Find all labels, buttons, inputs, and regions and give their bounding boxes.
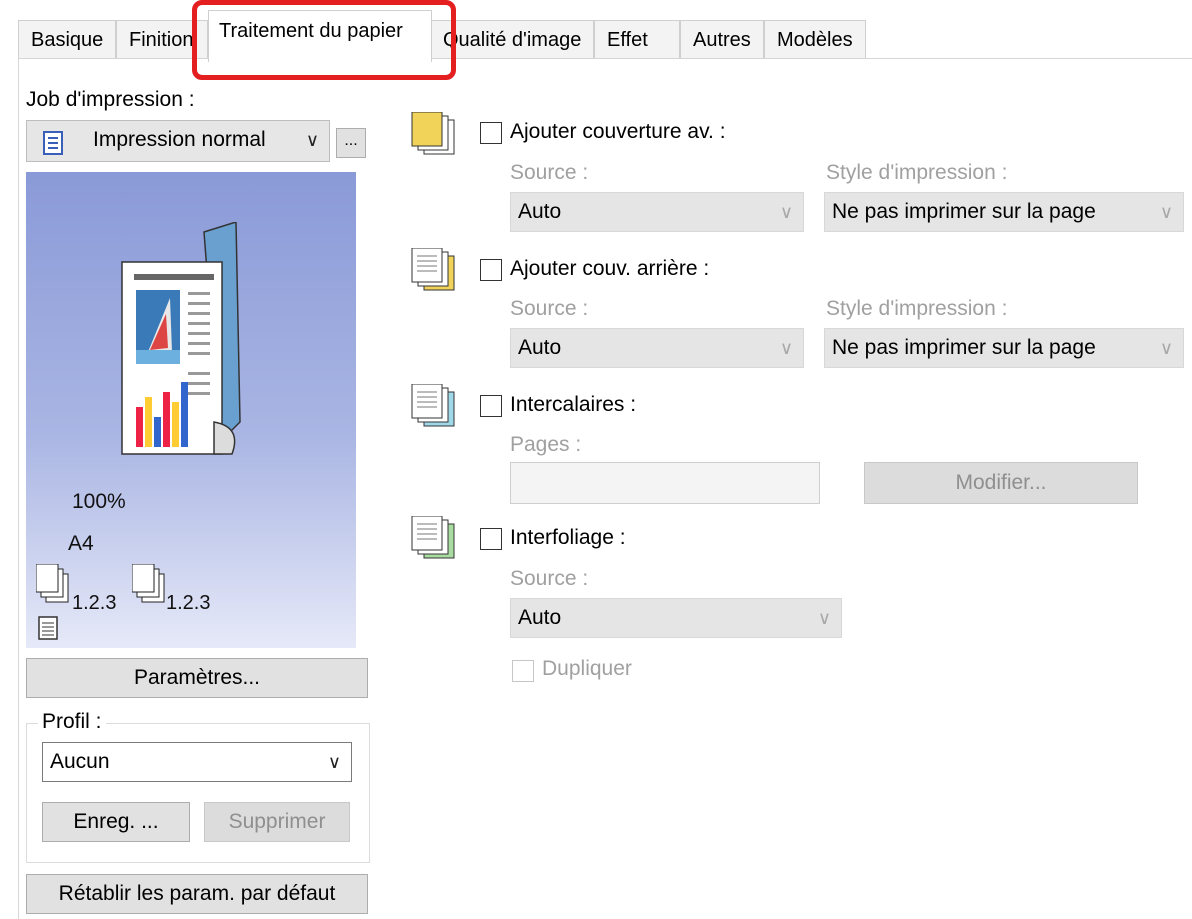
back-cover-icon [411, 248, 455, 291]
chevron-down-icon: ∨ [1159, 338, 1173, 358]
inserts-pages-label: Pages : [510, 433, 582, 456]
collate-icon [36, 564, 69, 603]
back-cover-label: Ajouter couv. arrière : [510, 257, 710, 280]
front-cover-checkbox[interactable] [480, 122, 502, 144]
chevron-down-icon: ∨ [305, 130, 319, 150]
tab-label: Modèles [777, 29, 853, 51]
tab-label: Autres [693, 29, 751, 51]
back-cover-style-value: Ne pas imprimer sur la page [832, 336, 1096, 359]
duplicate-label: Dupliquer [542, 657, 632, 680]
tab-basic[interactable]: Basique [18, 20, 116, 60]
back-cover-source-select[interactable]: Auto ∨ [510, 328, 804, 368]
profile-select[interactable]: Aucun ∨ [42, 742, 352, 782]
tab-label: Traitement du papier [219, 20, 403, 42]
delete-profile-button[interactable]: Supprimer [204, 802, 350, 842]
front-cover-style-select[interactable]: Ne pas imprimer sur la page ∨ [824, 192, 1184, 232]
back-cover-checkbox[interactable] [480, 259, 502, 281]
back-cover-source-value: Auto [518, 336, 562, 359]
settings-button[interactable]: Paramètres... [26, 658, 368, 698]
print-preview: 100% A4 1.2.3 1.2.3 [26, 172, 356, 648]
job-label: Job d'impression : [26, 88, 195, 111]
back-cover-style-select[interactable]: Ne pas imprimer sur la page ∨ [824, 328, 1184, 368]
tab-label: Qualité d'image [443, 29, 582, 51]
save-profile-button[interactable]: Enreg. ... [42, 802, 190, 842]
interleave-checkbox[interactable] [480, 528, 502, 550]
tab-label: Effet [607, 29, 648, 51]
document-icon [43, 130, 63, 168]
tab-paper-handling[interactable]: Traitement du papier [208, 10, 432, 62]
tab-strip: Basique Finition Qualité d'image Effet A… [18, 10, 866, 62]
chevron-down-icon: ∨ [1159, 202, 1173, 222]
profile-select-value: Aucun [50, 750, 110, 773]
interleave-source-label: Source : [510, 567, 589, 590]
back-cover-style-label: Style d'impression : [826, 297, 1008, 320]
document-preview-icon [121, 222, 241, 455]
paper-size-readout: A4 [68, 532, 94, 555]
duplicate-checkbox[interactable] [512, 660, 534, 682]
front-cover-style-label: Style d'impression : [826, 161, 1008, 184]
front-cover-style-value: Ne pas imprimer sur la page [832, 200, 1096, 223]
interleave-label: Interfoliage : [510, 526, 626, 549]
front-cover-label: Ajouter couverture av. : [510, 120, 726, 143]
tab-effect[interactable]: Effet [594, 20, 680, 60]
job-select-value: Impression normal [93, 128, 266, 151]
profile-label: Profil : [38, 710, 106, 734]
tab-label: Finition [129, 29, 194, 51]
front-cover-source-value: Auto [518, 200, 562, 223]
chevron-down-icon: ∨ [779, 338, 793, 358]
front-cover-icon [411, 112, 455, 155]
more-button[interactable]: ... [336, 128, 366, 158]
interleave-source-select[interactable]: Auto ∨ [510, 598, 842, 638]
tab-finishing[interactable]: Finition [116, 20, 208, 60]
reset-defaults-button[interactable]: Rétablir les param. par défaut [26, 874, 368, 914]
collate-icon [132, 564, 165, 603]
modify-button[interactable]: Modifier... [864, 462, 1138, 504]
chevron-down-icon: ∨ [779, 202, 793, 222]
tab-label: Basique [31, 29, 104, 51]
front-cover-source-label: Source : [510, 161, 589, 184]
job-select[interactable]: Impression normal ∨ [26, 120, 330, 162]
inserts-pages-input[interactable] [510, 462, 820, 504]
interleave-source-value: Auto [518, 606, 562, 629]
inserts-checkbox[interactable] [480, 395, 502, 417]
collate-label: 1.2.3 [166, 592, 211, 614]
zoom-readout: 100% [72, 490, 126, 513]
inserts-icon [411, 384, 455, 427]
tab-image-quality[interactable]: Qualité d'image [430, 20, 594, 60]
front-cover-source-select[interactable]: Auto ∨ [510, 192, 804, 232]
back-cover-source-label: Source : [510, 297, 589, 320]
tab-templates[interactable]: Modèles [764, 20, 866, 60]
collate-label: 1.2.3 [72, 592, 117, 614]
document-icon [38, 616, 58, 640]
chevron-down-icon: ∨ [327, 752, 341, 772]
interleave-icon [411, 516, 455, 559]
chevron-down-icon: ∨ [817, 608, 831, 628]
tab-other[interactable]: Autres [680, 20, 764, 60]
inserts-label: Intercalaires : [510, 393, 637, 416]
